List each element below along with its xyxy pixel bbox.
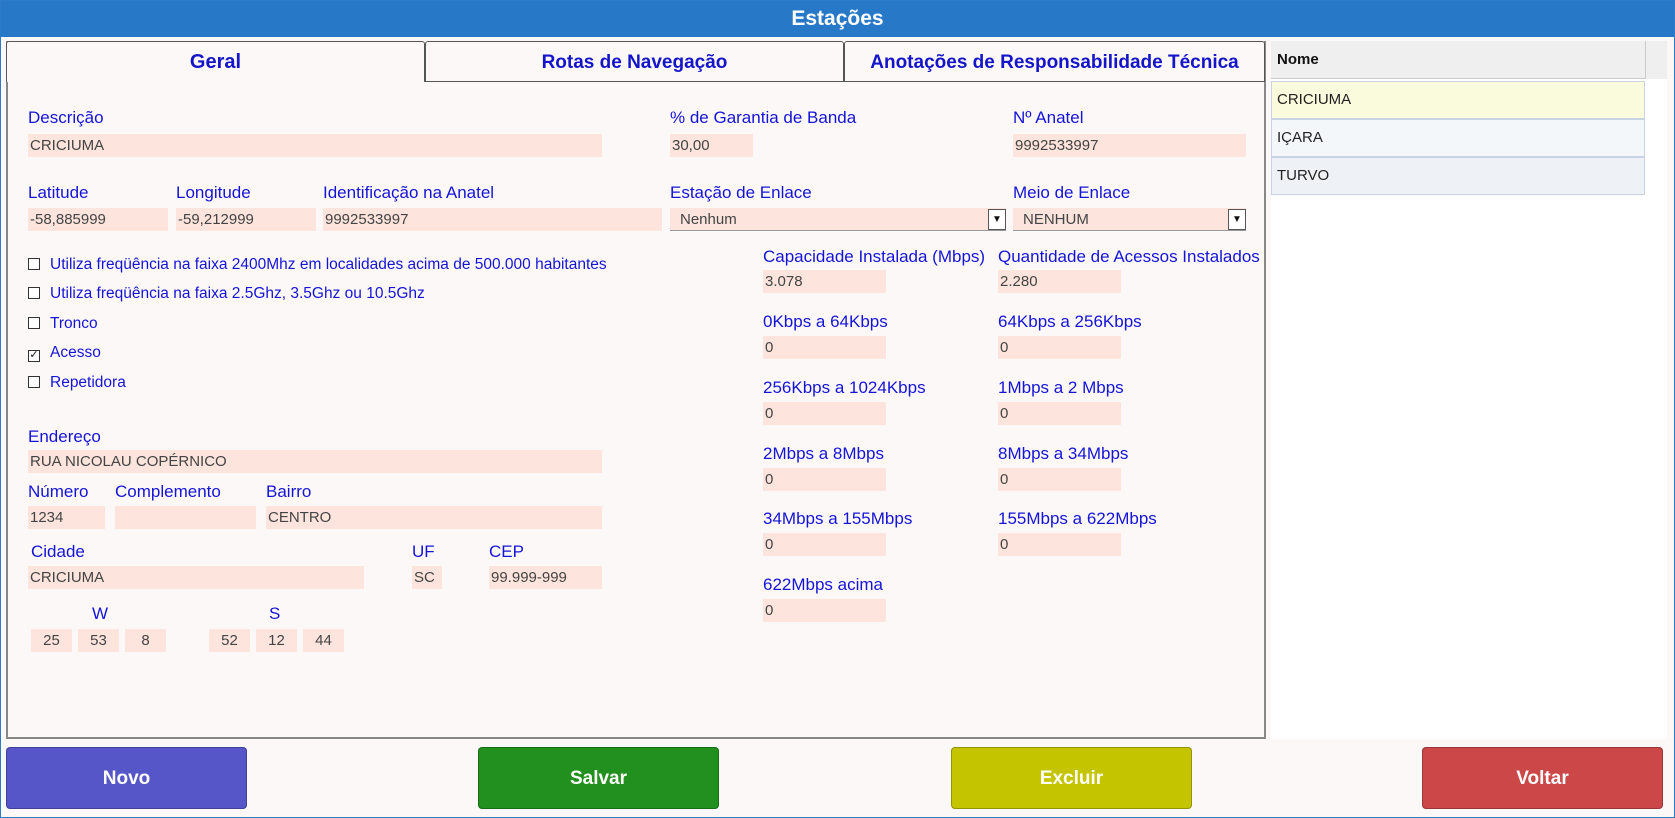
checkbox-icon[interactable] — [28, 376, 40, 388]
faixa-8-34-label: 8Mbps a 34Mbps — [998, 444, 1129, 463]
faixa-34-155-field[interactable]: 0 — [763, 533, 886, 556]
garantia-banda-label: % de Garantia de Banda — [670, 108, 857, 127]
voltar-button[interactable]: Voltar — [1422, 747, 1663, 809]
endereco-field[interactable]: RUA NICOLAU COPÉRNICO — [28, 450, 602, 473]
faixa-155-622-field[interactable]: 0 — [998, 533, 1121, 556]
checkbox-icon[interactable] — [28, 258, 40, 270]
checkbox-label: Utiliza freqüência na faixa 2.5Ghz, 3.5G… — [50, 285, 425, 302]
checkbox-25ghz[interactable]: Utiliza freqüência na faixa 2.5Ghz, 3.5G… — [28, 285, 425, 303]
checkbox-label: Acesso — [50, 344, 101, 361]
capacidade-field[interactable]: 3.078 — [763, 270, 886, 293]
latitude-field[interactable]: -58,885999 — [28, 208, 168, 231]
faixa-0-64-field[interactable]: 0 — [763, 336, 886, 359]
longitude-field[interactable]: -59,212999 — [176, 208, 316, 231]
grid-header-filler — [1645, 41, 1667, 79]
meio-enlace-label: Meio de Enlace — [1013, 183, 1131, 202]
tab-rotas-navegacao[interactable]: Rotas de Navegação — [425, 41, 844, 82]
checkbox-checked-icon[interactable]: ✓ — [28, 350, 40, 362]
qtd-acessos-label: Quantidade de Acessos Instalados — [998, 247, 1260, 266]
tab-geral[interactable]: Geral — [6, 41, 425, 82]
checkbox-icon[interactable] — [28, 317, 40, 329]
dropdown-arrow-icon[interactable]: ▼ — [1228, 209, 1246, 230]
faixa-622-acima-label: 622Mbps acima — [763, 575, 884, 594]
coord-s-minutes[interactable]: 12 — [256, 629, 297, 652]
checkbox-acesso[interactable]: ✓ Acesso — [28, 344, 101, 362]
ident-anatel-label: Identificação na Anatel — [323, 183, 495, 202]
faixa-64-256-label: 64Kbps a 256Kbps — [998, 312, 1142, 331]
meio-enlace-value: NENHUM — [1023, 211, 1089, 228]
coord-w-degrees[interactable]: 25 — [31, 629, 72, 652]
meio-enlace-select[interactable]: NENHUM ▼ — [1013, 208, 1246, 231]
cep-field[interactable]: 99.999-999 — [489, 566, 602, 589]
checkbox-2400mhz[interactable]: Utiliza freqüência na faixa 2400Mhz em l… — [28, 256, 607, 274]
stations-grid: Nome CRICIUMA IÇARA TURVO — [1271, 41, 1667, 739]
longitude-label: Longitude — [176, 183, 251, 202]
estacao-enlace-label: Estação de Enlace — [670, 183, 812, 202]
checkbox-label: Utiliza freqüência na faixa 2400Mhz em l… — [50, 256, 607, 273]
faixa-8-34-field[interactable]: 0 — [998, 468, 1121, 491]
excluir-button[interactable]: Excluir — [951, 747, 1192, 809]
faixa-2-8-field[interactable]: 0 — [763, 468, 886, 491]
numero-field[interactable]: 1234 — [28, 506, 105, 529]
bairro-field[interactable]: CENTRO — [266, 506, 602, 529]
uf-field[interactable]: SC — [412, 566, 442, 589]
checkbox-repetidora[interactable]: Repetidora — [28, 374, 126, 392]
faixa-1-2-field[interactable]: 0 — [998, 402, 1121, 425]
capacidade-label: Capacidade Instalada (Mbps) — [763, 247, 986, 266]
faixa-256-1024-field[interactable]: 0 — [763, 402, 886, 425]
uf-label: UF — [412, 542, 435, 561]
descricao-label: Descrição — [28, 108, 104, 127]
checkbox-icon[interactable] — [28, 287, 40, 299]
coord-s-degrees[interactable]: 52 — [209, 629, 250, 652]
ident-anatel-field[interactable]: 9992533997 — [323, 208, 662, 231]
checkbox-label: Tronco — [50, 315, 98, 332]
dropdown-arrow-icon[interactable]: ▼ — [988, 209, 1006, 230]
faixa-622-acima-field[interactable]: 0 — [763, 599, 886, 622]
novo-button[interactable]: Novo — [6, 747, 247, 809]
endereco-label: Endereço — [28, 427, 101, 446]
coord-w-label: W — [92, 604, 109, 623]
faixa-34-155-label: 34Mbps a 155Mbps — [763, 509, 913, 528]
n-anatel-label: Nº Anatel — [1013, 108, 1084, 127]
descricao-field[interactable]: CRICIUMA — [28, 134, 602, 157]
cidade-field[interactable]: CRICIUMA — [28, 566, 364, 589]
n-anatel-field[interactable]: 9992533997 — [1013, 134, 1246, 157]
garantia-banda-field[interactable]: 30,00 — [670, 134, 753, 157]
checkbox-tronco[interactable]: Tronco — [28, 315, 98, 333]
coord-w-seconds[interactable]: 8 — [125, 629, 166, 652]
coord-w-minutes[interactable]: 53 — [78, 629, 119, 652]
bairro-label: Bairro — [266, 482, 312, 501]
complemento-field[interactable] — [115, 506, 256, 529]
app-window: Estações Geral Rotas de Navegação Anotaç… — [0, 0, 1675, 818]
window-title: Estações — [1, 1, 1674, 37]
numero-label: Número — [28, 482, 89, 501]
faixa-155-622-label: 155Mbps a 622Mbps — [998, 509, 1157, 528]
estacao-enlace-select[interactable]: Nenhum ▼ — [670, 208, 1006, 231]
estacao-enlace-value: Nenhum — [680, 211, 737, 228]
faixa-0-64-label: 0Kbps a 64Kbps — [763, 312, 888, 331]
coord-s-seconds[interactable]: 44 — [303, 629, 344, 652]
faixa-1-2-label: 1Mbps a 2 Mbps — [998, 378, 1124, 397]
salvar-button[interactable]: Salvar — [478, 747, 719, 809]
coord-s-label: S — [269, 604, 281, 623]
tab-anotacoes[interactable]: Anotações de Responsabilidade Técnica — [844, 41, 1265, 82]
cep-label: CEP — [489, 542, 524, 561]
faixa-256-1024-label: 256Kbps a 1024Kbps — [763, 378, 926, 397]
grid-header-nome[interactable]: Nome — [1271, 41, 1645, 79]
grid-row-icara[interactable]: IÇARA — [1271, 119, 1645, 157]
cidade-label: Cidade — [31, 542, 85, 561]
grid-row-turvo[interactable]: TURVO — [1271, 157, 1645, 195]
latitude-label: Latitude — [28, 183, 89, 202]
complemento-label: Complemento — [115, 482, 221, 501]
qtd-acessos-field[interactable]: 2.280 — [998, 270, 1121, 293]
faixa-64-256-field[interactable]: 0 — [998, 336, 1121, 359]
grid-row-criciuma[interactable]: CRICIUMA — [1271, 81, 1645, 119]
faixa-2-8-label: 2Mbps a 8Mbps — [763, 444, 884, 463]
checkbox-label: Repetidora — [50, 374, 126, 391]
